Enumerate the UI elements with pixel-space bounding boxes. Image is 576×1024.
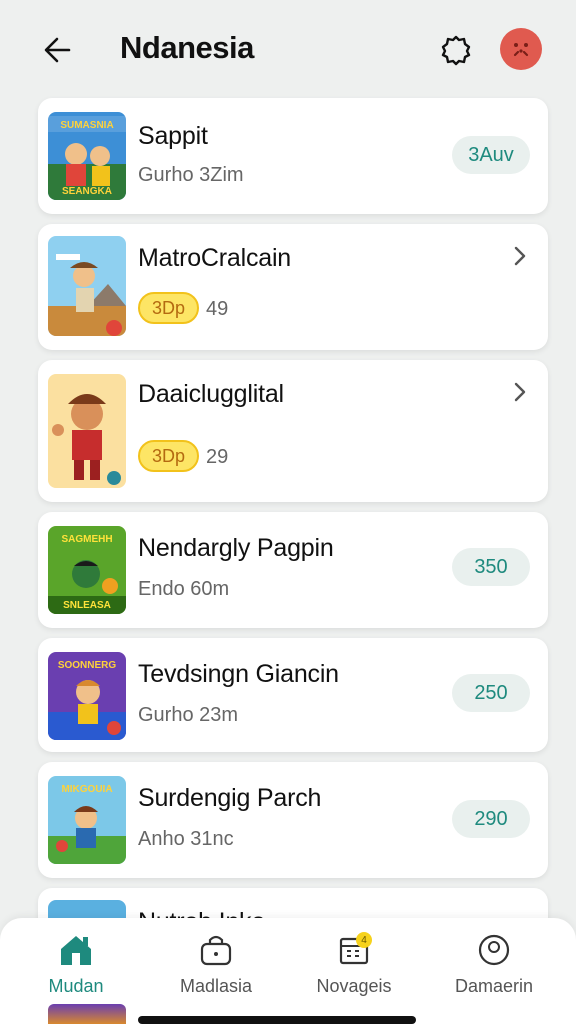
- thumbnail-text: SUMASNIA: [60, 120, 113, 131]
- thumbnail-text: SOONNERG: [58, 660, 117, 671]
- chevron-right-icon[interactable]: [510, 380, 530, 404]
- item-title: Surdengig Parch: [138, 784, 322, 812]
- list-item[interactable]: MIKGOUIA Surdengig Parch Anho 31nc 290: [38, 762, 548, 878]
- list-item[interactable]: SAGMEHH SNLEASA Nendargly Pagpin Endo 60…: [38, 512, 548, 628]
- bag-icon: [196, 930, 236, 970]
- settings-button[interactable]: [436, 30, 476, 70]
- list-item[interactable]: MatroCralcain 3Dp 49: [38, 224, 548, 350]
- level-tag: 3Dp: [138, 292, 200, 324]
- profile-icon: [474, 930, 514, 970]
- nav-tab-home[interactable]: Mudan: [4, 918, 148, 1008]
- nav-tab-profile[interactable]: Damaerin: [422, 918, 566, 1008]
- gear-icon: [441, 35, 471, 66]
- game-thumbnail: [48, 236, 126, 336]
- list-item[interactable]: Daaiclugglital 3Dp 29: [38, 360, 548, 502]
- game-thumbnail: MIKGOUIA: [48, 776, 126, 864]
- app-header: Ndanesia: [0, 0, 576, 98]
- game-thumbnail: [48, 374, 126, 488]
- level-tag: 3Dp: [138, 440, 200, 472]
- game-thumbnail: SUMASNIA SEANGKA: [48, 112, 126, 200]
- thumbnail-text: MIKGOUIA: [61, 784, 112, 795]
- action-pill-button[interactable]: 290: [452, 800, 530, 838]
- nav-label: Damaerin: [454, 976, 534, 996]
- item-title: Sappit: [138, 122, 208, 150]
- game-thumbnail: SOONNERG: [48, 652, 126, 740]
- action-pill-button[interactable]: 350: [452, 548, 530, 586]
- next-item-thumbnail: [48, 1004, 126, 1024]
- calendar-icon: 4: [334, 930, 374, 970]
- item-title: Nendargly Pagpin: [138, 534, 334, 562]
- item-subtitle: Gurho 23m: [138, 704, 239, 726]
- avatar[interactable]: [500, 28, 542, 70]
- list-item[interactable]: SUMASNIA SEANGKA Sappit Gurho 3Zim 3Auv: [38, 98, 548, 214]
- item-title: Tevdsingn Giancin: [138, 660, 339, 688]
- item-subtitle: Anho 31nc: [138, 828, 234, 850]
- chevron-right-icon[interactable]: [510, 244, 530, 268]
- home-indicator: [138, 1016, 416, 1024]
- item-title: Daaiclugglital: [138, 380, 284, 408]
- nav-label: Novageis: [316, 976, 392, 996]
- game-thumbnail: SAGMEHH SNLEASA: [48, 526, 126, 614]
- action-pill-button[interactable]: 250: [452, 674, 530, 712]
- item-subtitle: Gurho 3Zim: [138, 164, 244, 186]
- item-count: 29: [206, 446, 229, 468]
- back-button[interactable]: [38, 30, 78, 70]
- item-title: MatroCralcain: [138, 244, 292, 272]
- nav-label: Mudan: [48, 976, 104, 996]
- arrow-left-icon: [44, 37, 71, 63]
- profile-face-icon: [513, 43, 529, 57]
- item-subtitle: Endo 60m: [138, 578, 230, 600]
- home-icon: [56, 930, 96, 970]
- thumbnail-text: SAGMEHH: [61, 534, 112, 545]
- notification-badge: 4: [356, 932, 372, 948]
- nav-label: Madlasia: [179, 976, 253, 996]
- page-title: Ndanesia: [120, 30, 254, 65]
- item-count: 49: [206, 298, 229, 320]
- action-pill-button[interactable]: 3Auv: [452, 136, 530, 174]
- thumbnail-text-bottom: SNLEASA: [63, 600, 111, 611]
- list-item[interactable]: SOONNERG Tevdsingn Giancin Gurho 23m 250: [38, 638, 548, 752]
- nav-tab-bag[interactable]: Madlasia: [144, 918, 288, 1008]
- thumbnail-text-bottom: SEANGKA: [62, 186, 112, 197]
- nav-tab-calendar[interactable]: 4 Novageis: [282, 918, 426, 1008]
